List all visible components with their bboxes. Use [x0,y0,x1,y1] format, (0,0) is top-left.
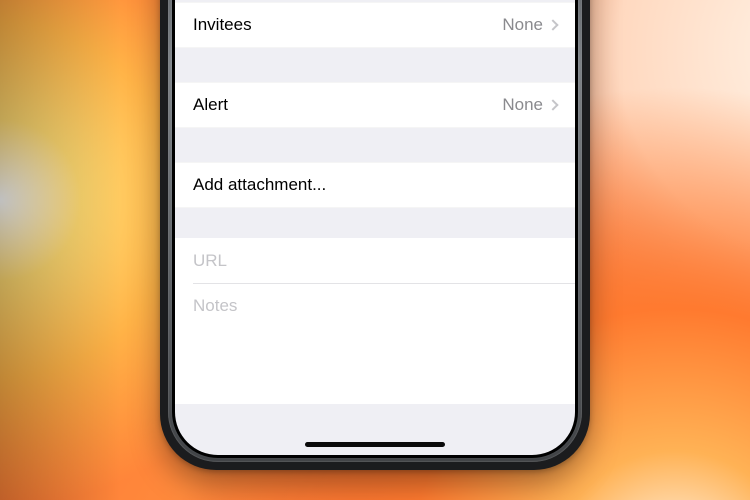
notes-placeholder: Notes [193,296,237,316]
add-attachment-row[interactable]: Add attachment... [175,162,575,208]
invitees-label: Invitees [193,15,252,35]
invitees-value: None [502,15,543,35]
phone-inner: Invitees None Alert None Add a [172,0,578,458]
invitees-row[interactable]: Invitees None [175,2,575,48]
url-field[interactable]: URL [193,238,575,284]
wallpaper-shade [0,0,120,500]
phone-rim: Invitees None Alert None Add a [168,0,582,462]
chevron-right-icon [547,99,558,110]
alert-label: Alert [193,95,228,115]
alert-value: None [502,95,543,115]
url-notes-group: URL Notes [175,238,575,404]
phone-frame: Invitees None Alert None Add a [160,0,590,470]
phone-screen: Invitees None Alert None Add a [175,0,575,455]
chevron-right-icon [547,19,558,30]
alert-row[interactable]: Alert None [175,82,575,128]
url-placeholder: URL [193,251,227,271]
notes-field[interactable]: Notes [193,284,575,404]
event-edit-form: Invitees None Alert None Add a [175,0,575,455]
home-indicator[interactable] [305,442,445,447]
add-attachment-label: Add attachment... [193,175,326,195]
